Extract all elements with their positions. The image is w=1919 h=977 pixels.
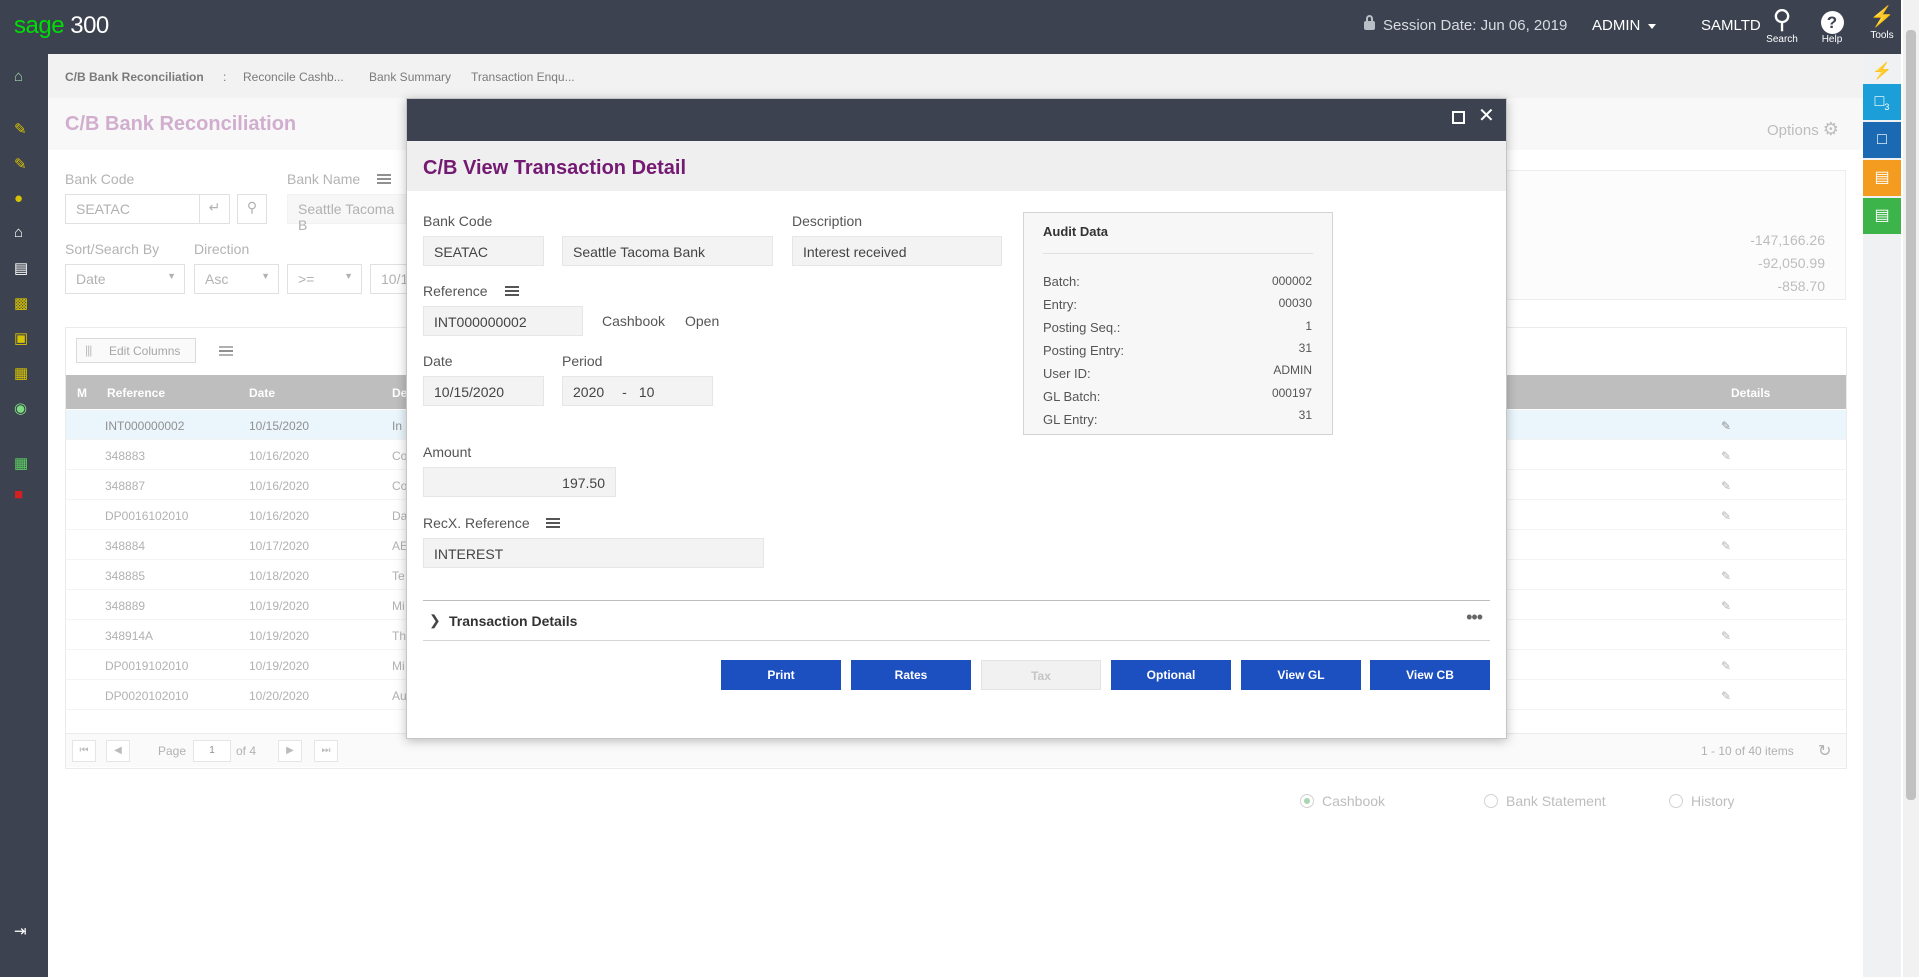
close-icon[interactable]: ✕ <box>1478 105 1495 127</box>
excel-icon[interactable]: ▦ <box>14 454 28 472</box>
description-field: Interest received <box>792 236 1002 266</box>
tools-button[interactable]: Tools <box>1863 0 1901 54</box>
tax-button: Tax <box>981 660 1101 690</box>
status-text: Open <box>685 313 720 329</box>
dialog-title: C/B View Transaction Detail <box>423 157 687 179</box>
bank-name-field: Seattle Tacoma Bank <box>562 236 773 266</box>
transaction-detail-dialog: ✕ C/B View Transaction Detail Bank Code … <box>406 98 1507 739</box>
date-field: 10/15/2020 <box>423 376 544 406</box>
transaction-details-section[interactable]: ❯ Transaction Details ••• <box>423 600 1490 641</box>
recx-reference-label: RecX. Reference <box>423 515 530 531</box>
bank-code-field: SEATAC <box>423 236 544 266</box>
sage-logo[interactable]: sage 300 <box>14 12 109 40</box>
optional-button[interactable]: Optional <box>1111 660 1231 690</box>
section-title: Transaction Details <box>449 613 578 629</box>
audit-title: Audit Data <box>1043 224 1108 239</box>
view-gl-button[interactable]: View GL <box>1241 660 1361 690</box>
left-nav: ⌂ ✎ ✎ ● ⌂ ▤ ▩ ▣ ▦ ◉ ▦ ■ ⇥ <box>0 54 48 977</box>
help-icon: ? <box>1809 4 1855 34</box>
nav-list-icon[interactable]: ▤ <box>14 259 28 277</box>
more-icon[interactable]: ••• <box>1466 607 1483 628</box>
home-icon[interactable]: ⌂ <box>14 68 23 85</box>
print-button[interactable]: Print <box>721 660 841 690</box>
bank-icon[interactable]: ⌂ <box>14 224 23 241</box>
window-settings-icon[interactable]: □ <box>1863 122 1901 158</box>
view-cb-button[interactable]: View CB <box>1370 660 1490 690</box>
amount-label: Amount <box>423 444 472 460</box>
period-label: Period <box>562 353 603 369</box>
bank-code-label: Bank Code <box>423 213 493 229</box>
nav-globe-icon[interactable]: ◉ <box>14 399 27 417</box>
source-text: Cashbook <box>602 313 666 329</box>
description-label: Description <box>792 213 863 229</box>
nav-users-icon[interactable]: ● <box>14 190 23 207</box>
nav-red-icon[interactable]: ■ <box>14 486 23 503</box>
maximize-icon[interactable] <box>1452 111 1465 124</box>
document-icon[interactable]: ▤ <box>1863 198 1901 234</box>
nav-box-icon[interactable]: ▩ <box>14 294 28 312</box>
right-sidebar: ⚡ □3 □ ▤ ▤ <box>1863 54 1901 977</box>
menu-icon[interactable] <box>505 286 519 296</box>
period-field: 2020-10 <box>562 376 713 406</box>
user-menu[interactable]: ADMIN <box>1592 17 1656 34</box>
menu-icon[interactable] <box>546 518 560 528</box>
nav-module-icon[interactable]: ✎ <box>14 155 27 173</box>
dialog-titlebar: ✕ <box>407 99 1506 141</box>
audit-data-panel: Audit Data Batch: 000002 Entry: 00030 Post… <box>1023 212 1333 435</box>
search-button[interactable]: ⚲ Search <box>1759 4 1805 45</box>
reference-label: Reference <box>423 283 488 299</box>
company-name: SAMLTD <box>1701 17 1761 34</box>
nav-module-icon[interactable]: ✎ <box>14 120 27 138</box>
lock-icon <box>1364 15 1375 30</box>
amount-field: 197.50 <box>423 467 616 497</box>
page-scrollbar[interactable] <box>1903 0 1919 977</box>
search-icon: ⚲ <box>1772 4 1792 34</box>
nav-factory-icon[interactable]: ▦ <box>14 364 28 382</box>
divider <box>1043 253 1313 254</box>
collapse-nav-icon[interactable]: ⇥ <box>14 922 27 940</box>
windows-icon[interactable]: □3 <box>1863 84 1901 120</box>
date-label: Date <box>423 353 453 369</box>
chevron-right-icon: ❯ <box>429 612 441 628</box>
help-button[interactable]: ? Help <box>1809 4 1855 45</box>
top-bar: sage 300 Session Date: Jun 06, 2019 ADMI… <box>0 0 1863 54</box>
report-icon[interactable]: ▤ <box>1863 160 1901 196</box>
nav-chart-icon[interactable]: ▣ <box>14 329 28 347</box>
scrollbar-thumb[interactable] <box>1906 30 1916 800</box>
session-date: Session Date: Jun 06, 2019 <box>1364 15 1567 34</box>
reference-field: INT000000002 <box>423 306 583 336</box>
recx-reference-field: INTEREST <box>423 538 764 568</box>
rates-button[interactable]: Rates <box>851 660 971 690</box>
